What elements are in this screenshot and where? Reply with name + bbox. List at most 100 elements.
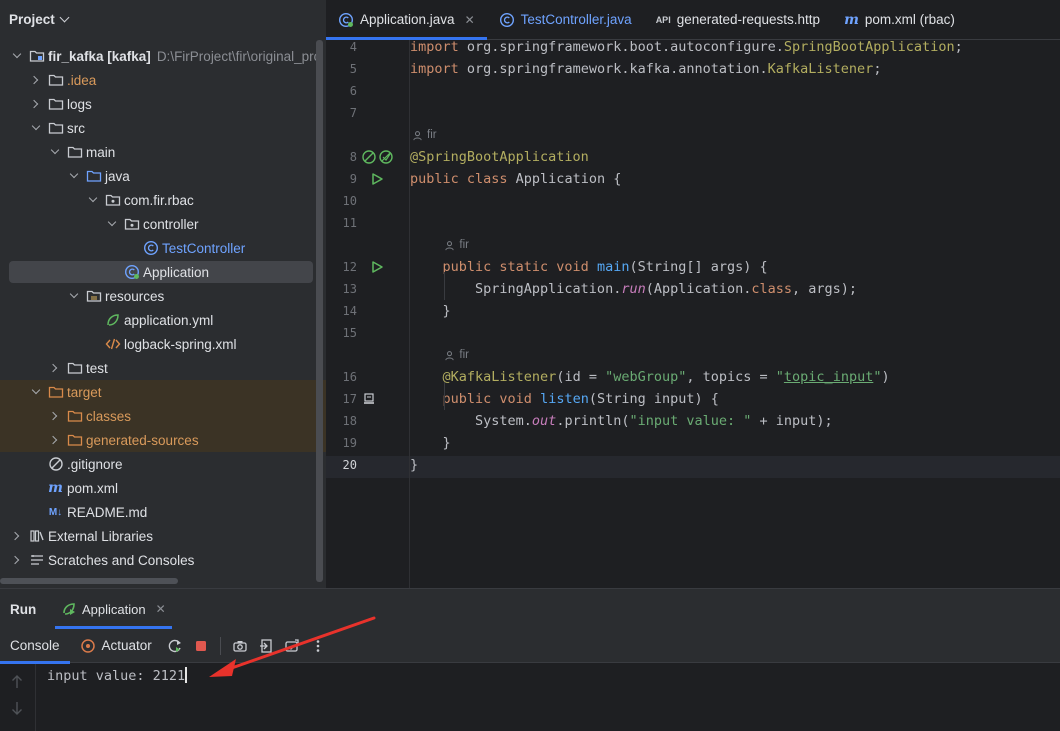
tree-item-label: .idea [67, 72, 97, 88]
tree-item[interactable]: .gitignore [0, 452, 326, 476]
chevron-right-icon[interactable] [10, 553, 24, 567]
tree-item[interactable]: src [0, 116, 326, 140]
tab-console[interactable]: Console [0, 629, 70, 664]
tree-item[interactable]: fir_kafka [kafka] D:\FirProject\fir\origi… [0, 44, 326, 68]
editor-tabs: Application.java ✕ TestController.java API g… [326, 0, 1060, 40]
code-line: public class Application { [410, 168, 621, 190]
code-token: , args); [792, 281, 858, 297]
editor-tab-label: pom.xml (rbac) [864, 12, 955, 27]
rerun-icon[interactable] [164, 635, 186, 657]
run-icon[interactable] [369, 171, 385, 187]
code-area[interactable]: import org.springframework.boot.autoconf… [410, 39, 1060, 588]
console-output[interactable]: input value: 2121 [47, 666, 187, 686]
code-token: } [410, 303, 451, 319]
project-title: Project [9, 11, 55, 27]
tree-vertical-scrollbar[interactable] [316, 40, 323, 582]
editor-tab[interactable]: Application.java ✕ [326, 0, 487, 40]
tree-item[interactable]: java [0, 164, 326, 188]
spring-boot-class-icon [123, 264, 140, 280]
close-icon[interactable]: ✕ [156, 602, 166, 616]
tree-item[interactable]: application.yml [0, 308, 326, 332]
stop-icon[interactable] [190, 635, 212, 657]
tree-item[interactable]: logback-spring.xml [0, 332, 326, 356]
code-token: (String input) { [588, 391, 719, 407]
chevron-down-icon[interactable] [105, 217, 119, 231]
camera-icon[interactable] [229, 635, 251, 657]
tree-item-label: Application [143, 264, 210, 280]
author-hint[interactable]: fir [444, 234, 469, 256]
editor-tab[interactable]: TestController.java [487, 0, 644, 39]
author-hint[interactable]: fir [412, 124, 437, 146]
close-icon[interactable]: ✕ [465, 13, 475, 27]
spring-boot-class-icon [338, 12, 354, 28]
line-number: 10 [342, 194, 357, 208]
tree-item[interactable]: controller [0, 212, 326, 236]
dump-threads-icon[interactable] [281, 635, 303, 657]
chevron-down-icon[interactable] [48, 145, 62, 159]
code-token: System. [410, 413, 532, 429]
chevron-right-icon[interactable] [29, 97, 43, 111]
tab-actuator[interactable]: Actuator [70, 629, 162, 663]
tree-item-label: TestController [162, 240, 246, 256]
tree-item[interactable]: Scratches and Consoles [0, 548, 326, 572]
arrow-up-icon[interactable] [10, 674, 24, 690]
run-config-tab[interactable]: Application ✕ [55, 589, 172, 629]
run-title: Run [10, 601, 37, 617]
editor-tab[interactable]: m pom.xml (rbac) [832, 0, 967, 39]
tree-item-label: Scratches and Consoles [48, 552, 195, 568]
scratches-icon [28, 552, 45, 568]
chevron-right-icon[interactable] [29, 73, 43, 87]
tree-item[interactable]: Application [0, 260, 326, 284]
project-view-selector[interactable]: Project [0, 0, 326, 38]
more-options-icon[interactable] [307, 635, 329, 657]
tree-item[interactable]: test [0, 356, 326, 380]
tree-item-label: main [86, 144, 116, 160]
chevron-right-icon[interactable] [48, 361, 62, 375]
tree-item[interactable]: classes [0, 404, 326, 428]
chevron-down-icon[interactable] [86, 193, 100, 207]
tree-item[interactable]: resources [0, 284, 326, 308]
code-editor: Application.java ✕ TestController.java API g… [326, 0, 1060, 588]
author-hint[interactable]: fir [444, 344, 469, 366]
tree-item[interactable]: External Libraries [0, 524, 326, 548]
chevron-down-icon[interactable] [67, 169, 81, 183]
chevron-right-icon[interactable] [48, 433, 62, 447]
project-tree: fir_kafka [kafka] D:\FirProject\fir\origi… [0, 44, 326, 572]
tree-item-label: classes [86, 408, 132, 424]
text-caret [185, 667, 187, 683]
tree-item[interactable]: m pom.xml [0, 476, 326, 500]
line-number: 17 [342, 392, 357, 406]
line-number: 19 [342, 436, 357, 450]
code-token: import [410, 61, 467, 77]
chevron-right-icon[interactable] [10, 529, 24, 543]
listener-icon[interactable] [361, 391, 377, 407]
chevron-right-icon[interactable] [48, 409, 62, 423]
tree-item[interactable]: M↓ README.md [0, 500, 326, 524]
tree-horizontal-scrollbar[interactable] [0, 578, 178, 584]
tree-item[interactable]: TestController [0, 236, 326, 260]
spring-yml-icon [104, 312, 121, 328]
tree-item[interactable]: logs [0, 92, 326, 116]
tree-item[interactable]: main [0, 140, 326, 164]
restore-layout-icon[interactable] [255, 635, 277, 657]
chevron-down-icon[interactable] [10, 49, 24, 63]
code-token: public class [410, 171, 516, 187]
spring-bean-icons[interactable] [361, 149, 395, 165]
project-tool-window: Project fir_kafka [kafka] D:\FirProject\f… [0, 0, 326, 588]
chevron-down-icon[interactable] [67, 289, 81, 303]
tree-item[interactable]: com.fir.rbac [0, 188, 326, 212]
code-token: (Application. [645, 281, 752, 297]
tree-item[interactable]: .idea [0, 68, 326, 92]
chevron-down-icon[interactable] [29, 121, 43, 135]
arrow-down-icon[interactable] [10, 700, 24, 716]
run-icon[interactable] [369, 259, 385, 275]
editor-tab[interactable]: API generated-requests.http [644, 0, 832, 39]
chevron-down-icon[interactable] [29, 385, 43, 399]
code-token: Application { [515, 171, 622, 187]
tree-item[interactable]: generated-sources [0, 428, 326, 452]
source-folder-icon [85, 168, 102, 184]
tree-item[interactable]: target [0, 380, 326, 404]
